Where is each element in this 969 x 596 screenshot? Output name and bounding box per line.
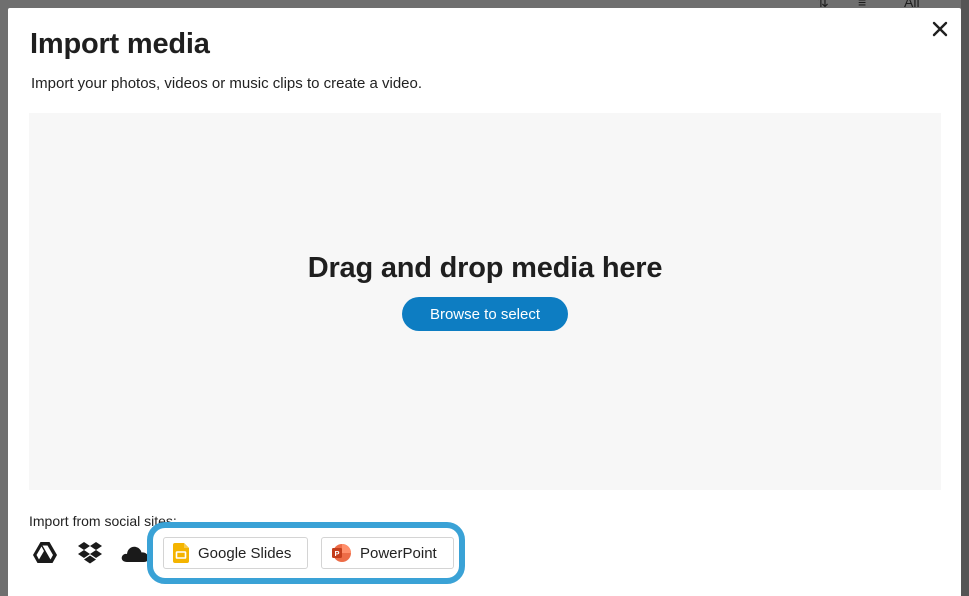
onedrive-button[interactable] <box>120 538 150 568</box>
powerpoint-button[interactable]: P PowerPoint <box>321 537 454 569</box>
browse-to-select-button[interactable]: Browse to select <box>402 297 568 331</box>
google-slides-button[interactable]: Google Slides <box>163 537 308 569</box>
google-drive-icon <box>33 542 57 563</box>
social-sites-label: Import from social sites: <box>29 513 177 529</box>
import-media-modal: Import media Import your photos, videos … <box>8 8 961 596</box>
dropzone-heading: Drag and drop media here <box>307 252 663 284</box>
google-slides-icon <box>173 543 189 563</box>
powerpoint-icon: P <box>331 543 351 563</box>
powerpoint-label: PowerPoint <box>360 544 437 562</box>
modal-subtitle: Import your photos, videos or music clip… <box>31 75 423 92</box>
social-sites-row <box>30 538 165 568</box>
dropbox-icon <box>78 542 102 564</box>
google-drive-button[interactable] <box>30 538 60 568</box>
media-dropzone[interactable]: Drag and drop media here Browse to selec… <box>29 113 941 490</box>
google-slides-label: Google Slides <box>198 544 292 562</box>
close-icon <box>932 21 948 37</box>
background-toolbar: ⇅ ≡ All <box>780 0 960 10</box>
dropbox-button[interactable] <box>75 538 105 568</box>
close-button[interactable] <box>925 14 955 44</box>
onedrive-icon <box>121 546 149 562</box>
svg-text:P: P <box>334 549 339 558</box>
modal-title: Import media <box>30 28 210 60</box>
background-app-strip <box>961 0 969 596</box>
